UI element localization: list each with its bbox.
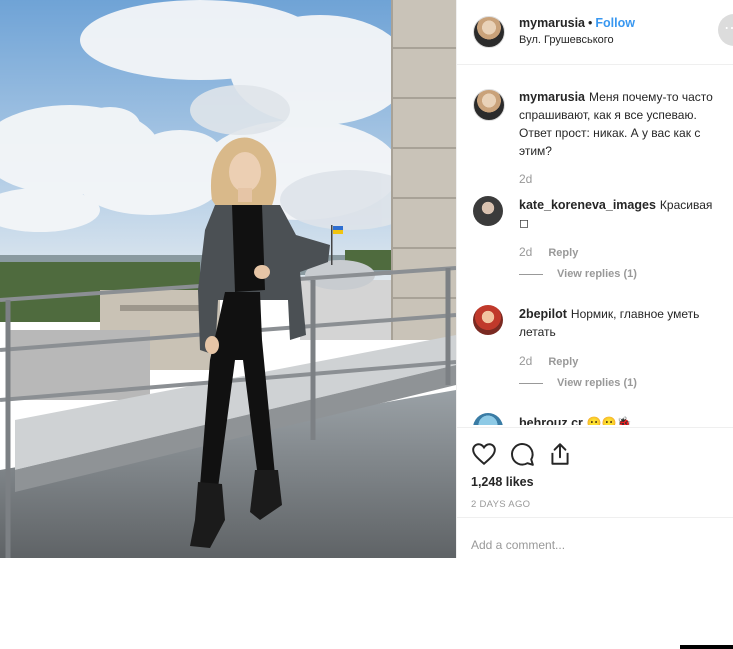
avatar[interactable] xyxy=(473,89,505,121)
likes-count[interactable]: 1,248 likes xyxy=(471,475,534,489)
add-comment-box xyxy=(457,517,733,649)
add-comment-input[interactable] xyxy=(471,538,711,552)
more-options-icon[interactable]: ⋯ xyxy=(718,14,733,46)
post-header: mymarusia • Follow Вул. Грушевського ⋯ xyxy=(457,0,733,65)
comment-time: 2d xyxy=(519,172,533,186)
avatar[interactable] xyxy=(473,196,503,226)
view-replies-label: View replies (1) xyxy=(557,377,637,389)
reply-button[interactable]: Reply xyxy=(548,356,578,368)
comment-text: 😶😶🐞 xyxy=(586,416,632,425)
follow-button[interactable]: Follow xyxy=(595,16,635,30)
username-link[interactable]: mymarusia xyxy=(519,16,585,30)
comment: behrouz.cr 😶😶🐞 xyxy=(519,414,724,425)
reply-button[interactable]: Reply xyxy=(548,247,578,259)
location-link[interactable]: Вул. Грушевського xyxy=(519,34,614,46)
comment: 2bepilot Нормик, главное уметь летать xyxy=(519,305,724,341)
caption: mymarusia Меня почему-то часто спрашивают… xyxy=(519,88,724,160)
comment-time: 2d xyxy=(519,354,533,368)
comment-username[interactable]: 2bepilot xyxy=(519,307,567,321)
view-replies-button[interactable]: View replies (1) xyxy=(519,377,637,389)
avatar[interactable] xyxy=(473,16,505,48)
comment-icon[interactable] xyxy=(509,441,535,467)
heart-icon[interactable] xyxy=(471,441,497,467)
view-replies-button[interactable]: View replies (1) xyxy=(519,268,637,280)
post-photo[interactable] xyxy=(0,0,456,558)
comment-time: 2d xyxy=(519,245,533,259)
comment-meta: 2d Reply xyxy=(519,354,578,368)
post-button-edge xyxy=(680,645,733,649)
view-replies-label: View replies (1) xyxy=(557,268,637,280)
comment-username[interactable]: behrouz.cr xyxy=(519,416,583,425)
comment-username[interactable]: kate_koreneva_images xyxy=(519,198,656,212)
divider-line xyxy=(519,273,543,275)
comment: kate_koreneva_images Красивая ◻ xyxy=(519,196,724,232)
divider-line xyxy=(519,382,543,384)
post-image xyxy=(0,0,456,558)
comment-username[interactable]: mymarusia xyxy=(519,90,585,104)
avatar[interactable] xyxy=(473,305,503,335)
post-actions: 1,248 likes 2 DAYS AGO xyxy=(457,427,733,649)
post-side-panel: mymarusia • Follow Вул. Грушевського ⋯ mym… xyxy=(456,0,733,649)
comments-list[interactable]: mymarusia Меня почему-то часто спрашивают… xyxy=(457,65,733,425)
separator-dot: • xyxy=(588,16,593,30)
post-timestamp: 2 DAYS AGO xyxy=(471,499,531,510)
avatar[interactable] xyxy=(473,413,503,425)
post-header-user: mymarusia • Follow xyxy=(519,16,635,30)
share-icon[interactable] xyxy=(547,441,573,467)
comment-meta: 2d Reply xyxy=(519,245,578,259)
